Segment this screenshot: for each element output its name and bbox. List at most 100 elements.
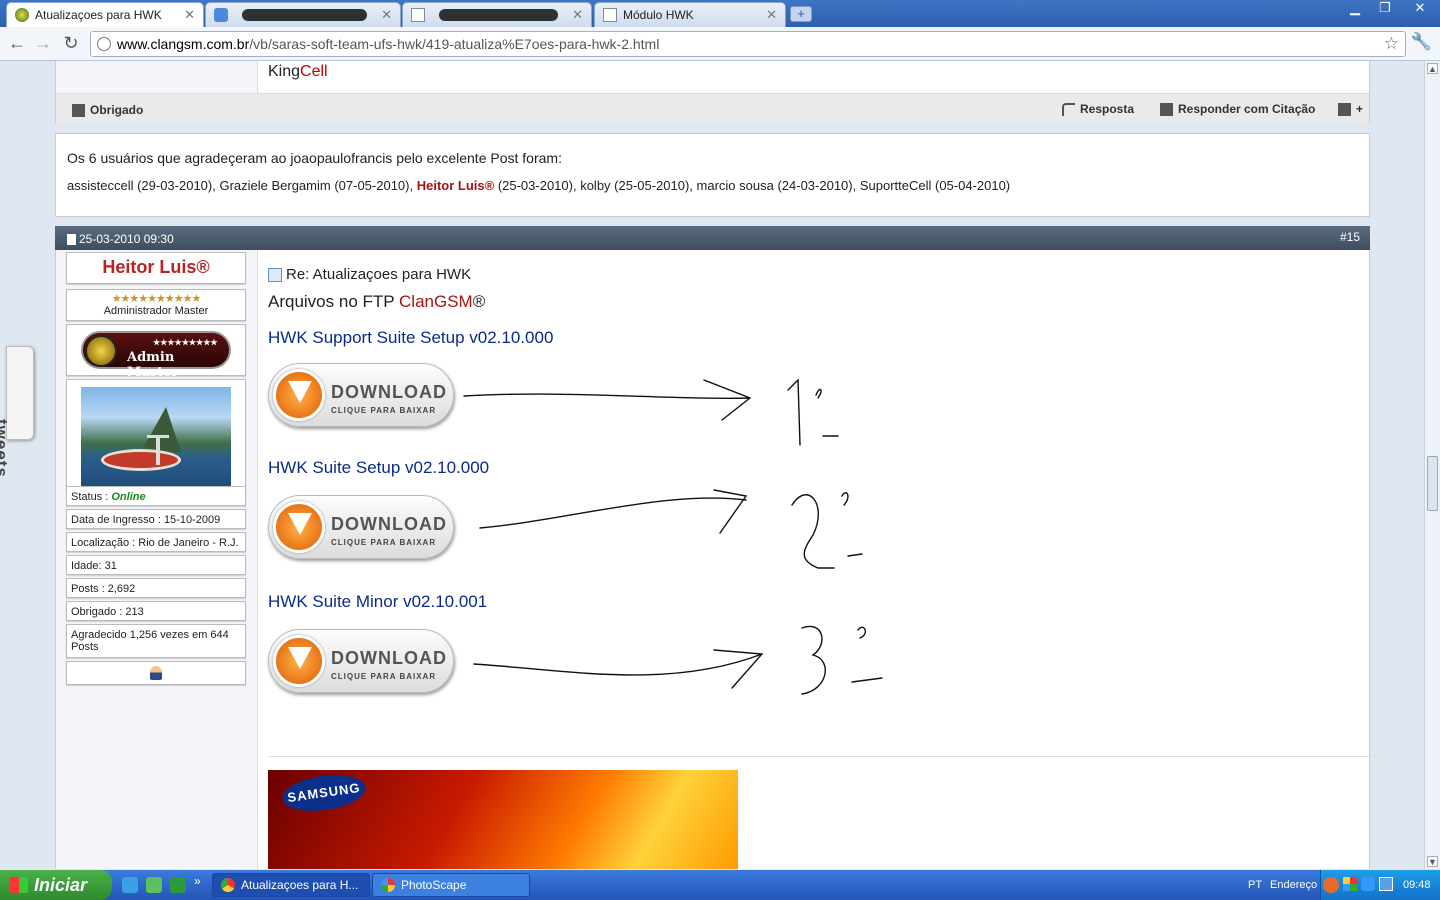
rank-stars: ★★★★★★★★★★ bbox=[111, 293, 202, 305]
avatar-statue-body bbox=[156, 435, 160, 465]
download-button-3[interactable]: DOWNLOAD CLIQUE PARA BAIXAR bbox=[268, 629, 454, 693]
bookmark-star-icon[interactable]: ☆ bbox=[1384, 34, 1399, 54]
drawn-arrow-3 bbox=[473, 649, 764, 689]
user-contact-box bbox=[66, 661, 246, 685]
reload-icon[interactable]: ↻ bbox=[60, 33, 82, 55]
clock[interactable]: 09:48 bbox=[1403, 879, 1431, 891]
download-label: DOWNLOAD bbox=[331, 648, 447, 668]
tray-app-icon[interactable] bbox=[1343, 877, 1357, 891]
tab-label: Módulo HWK bbox=[623, 8, 694, 22]
badge-stars: ★★★★★★★★★ bbox=[153, 337, 218, 347]
user-age: Idade: 31 bbox=[66, 555, 246, 575]
scroll-down-icon[interactable]: ▼ bbox=[1427, 856, 1438, 867]
thanks-box: Os 6 usuários que agradeçeram ao joaopau… bbox=[55, 133, 1370, 217]
download-button-2[interactable]: DOWNLOAD CLIQUE PARA BAIXAR bbox=[268, 495, 454, 559]
download-button-1[interactable]: DOWNLOAD CLIQUE PARA BAIXAR bbox=[268, 363, 454, 427]
ftp-prefix: Arquivos no FTP bbox=[268, 292, 400, 311]
browser-tab-bar: Atualizaçoes para HWK ✕ ✕ ✕ Módulo HWK ✕… bbox=[0, 0, 1440, 27]
address-toolbar-label[interactable]: Endereço bbox=[1270, 879, 1317, 891]
previous-post: KingCell Obrigado Resposta Responder com… bbox=[55, 61, 1370, 123]
badge-emblem-icon bbox=[85, 335, 117, 367]
username-box[interactable]: Heitor Luis® bbox=[66, 252, 246, 284]
site-favicon-icon bbox=[214, 8, 228, 22]
signature-part-red: Cell bbox=[300, 63, 328, 80]
taskbar-item-chrome[interactable]: Atualizaçoes para H... bbox=[212, 873, 370, 897]
back-arrow-icon[interactable]: ← bbox=[6, 33, 28, 55]
thumb-icon bbox=[72, 103, 85, 117]
user-role: Administrador Master bbox=[103, 305, 209, 317]
minimize-icon[interactable]: ▁ bbox=[1340, 0, 1370, 18]
tray-update-icon[interactable] bbox=[1379, 877, 1393, 891]
restore-icon[interactable]: ❐ bbox=[1370, 0, 1400, 18]
reply-button-label: Resposta bbox=[1080, 102, 1135, 116]
language-indicator[interactable]: PT bbox=[1248, 879, 1262, 891]
thanks-list-highlight[interactable]: Heitor Luis® bbox=[417, 178, 494, 193]
samsung-ad-banner[interactable]: SAMSUNG bbox=[268, 770, 738, 869]
file-link-suite-minor[interactable]: HWK Suite Minor v02.10.001 bbox=[268, 592, 487, 612]
start-button[interactable]: Iniciar bbox=[0, 870, 112, 900]
quote-reply-button[interactable]: Responder com Citação bbox=[1160, 102, 1315, 116]
username[interactable]: Heitor Luis® bbox=[67, 253, 245, 282]
redacted-scribble bbox=[242, 9, 368, 21]
close-icon[interactable]: ✕ bbox=[572, 7, 583, 23]
tray-collapse-icon[interactable] bbox=[1323, 877, 1339, 893]
multiquote-button[interactable]: + bbox=[1338, 102, 1363, 116]
forward-arrow-icon[interactable]: → bbox=[32, 33, 54, 55]
scroll-up-icon[interactable]: ▲ bbox=[1427, 63, 1438, 74]
url-path: /vb/saras-soft-team-ufs-hwk/419-atualiza… bbox=[249, 36, 660, 52]
file-link-suite-setup[interactable]: HWK Suite Setup v02.10.000 bbox=[268, 458, 489, 478]
avatar[interactable] bbox=[81, 387, 231, 489]
vertical-scrollbar[interactable]: ▲ ▼ bbox=[1424, 61, 1440, 869]
tweets-tab[interactable]: tweets bbox=[0, 346, 34, 478]
address-bar[interactable]: www.clangsm.com.br/vb/saras-soft-team-uf… bbox=[90, 31, 1406, 57]
thanks-list-part[interactable]: assisteccell (29-03-2010), Graziele Berg… bbox=[67, 178, 417, 193]
close-icon[interactable]: ✕ bbox=[184, 7, 195, 23]
tab-atualizacoes[interactable]: Atualizaçoes para HWK ✕ bbox=[6, 2, 204, 27]
tab-redacted-1[interactable]: ✕ bbox=[205, 2, 401, 27]
page-icon bbox=[411, 8, 425, 22]
signature: KingCell bbox=[268, 63, 328, 81]
download-label: DOWNLOAD bbox=[331, 382, 447, 402]
drawn-arrow-1 bbox=[463, 379, 752, 421]
ie-quicklaunch-icon[interactable] bbox=[122, 877, 138, 893]
task-label: PhotoScape bbox=[401, 878, 467, 892]
drawn-arrow-2 bbox=[479, 489, 748, 534]
post-actions-bar: Obrigado Resposta Responder com Citação … bbox=[56, 93, 1369, 123]
download-arrow-icon bbox=[273, 635, 325, 687]
wrench-icon[interactable]: 🔧 bbox=[1411, 32, 1432, 52]
scroll-thumb[interactable] bbox=[1427, 456, 1438, 511]
thanks-list-part[interactable]: (25-03-2010), kolby (25-05-2010), marcio… bbox=[494, 178, 1010, 193]
app-quicklaunch-icon[interactable] bbox=[170, 877, 186, 893]
taskbar-item-photoscape[interactable]: PhotoScape bbox=[372, 873, 530, 897]
thanks-button[interactable]: Obrigado bbox=[72, 103, 143, 117]
admin-master-badge: ★★★★★★★★★ Admin Master bbox=[81, 331, 231, 380]
file-link-support-suite[interactable]: HWK Support Suite Setup v02.10.000 bbox=[268, 328, 553, 348]
globe-icon bbox=[97, 37, 111, 51]
tab-redacted-2[interactable]: ✕ bbox=[402, 2, 592, 27]
quicklaunch-more-icon[interactable]: » bbox=[194, 874, 201, 888]
windows-flag-icon bbox=[10, 877, 28, 893]
thanks-heading: Os 6 usuários que agradeçeram ao joaopau… bbox=[67, 150, 562, 166]
tray-network-icon[interactable] bbox=[1361, 877, 1375, 891]
post-body: Heitor Luis® ★★★★★★★★★★ Administrador Ma… bbox=[55, 250, 1380, 869]
multiquote-plus-icon bbox=[1338, 102, 1351, 116]
msn-quicklaunch-icon[interactable] bbox=[146, 877, 162, 893]
reply-button[interactable]: Resposta bbox=[1062, 102, 1134, 116]
tab-modulo-hwk[interactable]: Módulo HWK ✕ bbox=[594, 2, 786, 27]
tweets-label: tweets bbox=[0, 419, 11, 478]
browser-toolbar: ← → ↻ www.clangsm.com.br/vb/saras-soft-t… bbox=[0, 27, 1440, 61]
download-sublabel: CLIQUE PARA BAIXAR bbox=[331, 406, 437, 415]
close-icon[interactable]: ✕ bbox=[381, 7, 392, 23]
signature-part: King bbox=[268, 63, 301, 80]
drawn-numeral-1 bbox=[787, 378, 839, 446]
post-number[interactable]: #15 bbox=[1340, 230, 1360, 244]
thanks-button-label: Obrigado bbox=[90, 103, 144, 117]
user-profile-icon[interactable] bbox=[150, 666, 162, 680]
drawn-numeral-2 bbox=[791, 492, 863, 569]
close-icon[interactable]: ✕ bbox=[766, 7, 777, 23]
user-thanked: Obrigado : 213 bbox=[66, 601, 246, 621]
close-window-icon[interactable]: ✕ bbox=[1400, 0, 1440, 18]
new-tab-button[interactable]: + bbox=[790, 6, 812, 22]
avatar-stadium bbox=[101, 449, 181, 471]
post-title: Re: Atualizaçoes para HWK bbox=[268, 266, 471, 283]
